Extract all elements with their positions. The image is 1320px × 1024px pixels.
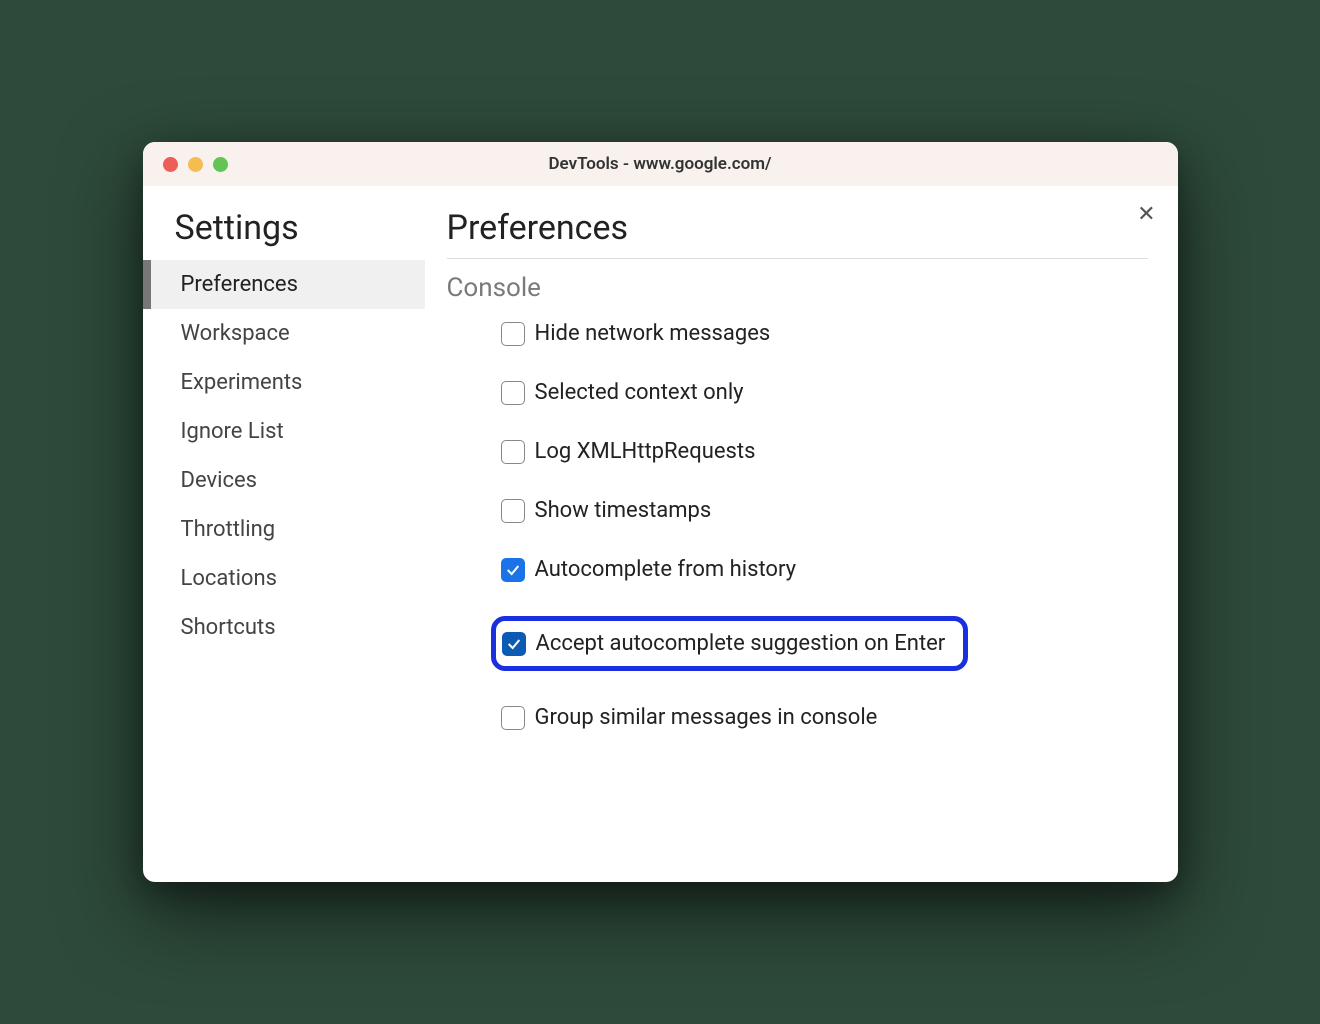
sidebar-item-label: Devices	[181, 468, 258, 493]
zoom-window-button[interactable]	[213, 157, 228, 172]
sidebar-item-label: Shortcuts	[181, 615, 276, 640]
option-label: Hide network messages	[535, 321, 771, 346]
sidebar-item-label: Workspace	[181, 321, 290, 346]
page-title: Preferences	[447, 208, 1148, 259]
option-selected-context-only[interactable]: Selected context only	[501, 380, 744, 405]
traffic-lights	[143, 157, 228, 172]
checkbox-icon[interactable]	[502, 632, 526, 656]
sidebar-item-experiments[interactable]: Experiments	[143, 358, 425, 407]
minimize-window-button[interactable]	[188, 157, 203, 172]
option-label: Selected context only	[535, 380, 744, 405]
option-label: Group similar messages in console	[535, 705, 878, 730]
settings-content: Settings Preferences Workspace Experiments…	[143, 186, 1178, 882]
option-log-xmlhttprequests[interactable]: Log XMLHttpRequests	[501, 439, 756, 464]
sidebar-item-preferences[interactable]: Preferences	[143, 260, 425, 309]
sidebar-item-label: Experiments	[181, 370, 303, 395]
sidebar-item-locations[interactable]: Locations	[143, 554, 425, 603]
settings-body: ✕ Settings Preferences Workspace Experimen…	[143, 186, 1178, 882]
option-show-timestamps[interactable]: Show timestamps	[501, 498, 712, 523]
checkbox-icon[interactable]	[501, 499, 525, 523]
sidebar-item-shortcuts[interactable]: Shortcuts	[143, 603, 425, 652]
sidebar-item-label: Throttling	[181, 517, 276, 542]
option-label: Autocomplete from history	[535, 557, 797, 582]
option-hide-network-messages[interactable]: Hide network messages	[501, 321, 771, 346]
sidebar-item-label: Locations	[181, 566, 277, 591]
option-group-similar-messages-in-console[interactable]: Group similar messages in console	[501, 705, 878, 730]
sidebar-item-workspace[interactable]: Workspace	[143, 309, 425, 358]
checkbox-icon[interactable]	[501, 440, 525, 464]
sidebar-title: Settings	[143, 208, 425, 260]
option-label: Accept autocomplete suggestion on Enter	[536, 631, 946, 656]
checkbox-icon[interactable]	[501, 381, 525, 405]
option-label: Log XMLHttpRequests	[535, 439, 756, 464]
sidebar-item-devices[interactable]: Devices	[143, 456, 425, 505]
sidebar: Settings Preferences Workspace Experiments…	[143, 208, 425, 882]
close-window-button[interactable]	[163, 157, 178, 172]
checkbox-icon[interactable]	[501, 322, 525, 346]
sidebar-item-label: Ignore List	[181, 419, 284, 444]
titlebar: DevTools - www.google.com/	[143, 142, 1178, 186]
section-title: Console	[447, 259, 1148, 321]
options-group: Hide network messages Selected context on…	[447, 321, 1148, 730]
option-autocomplete-from-history[interactable]: Autocomplete from history	[501, 557, 797, 582]
sidebar-item-label: Preferences	[181, 272, 298, 297]
checkbox-icon[interactable]	[501, 558, 525, 582]
option-label: Show timestamps	[535, 498, 712, 523]
window-title: DevTools - www.google.com/	[143, 154, 1178, 174]
sidebar-item-ignore-list[interactable]: Ignore List	[143, 407, 425, 456]
option-accept-autocomplete-suggestion-on-enter[interactable]: Accept autocomplete suggestion on Enter	[491, 616, 969, 671]
checkbox-icon[interactable]	[501, 706, 525, 730]
main-panel: Preferences Console Hide network message…	[425, 208, 1178, 882]
devtools-settings-window: DevTools - www.google.com/ ✕ Settings Pr…	[143, 142, 1178, 882]
close-icon[interactable]: ✕	[1137, 204, 1155, 226]
sidebar-item-throttling[interactable]: Throttling	[143, 505, 425, 554]
